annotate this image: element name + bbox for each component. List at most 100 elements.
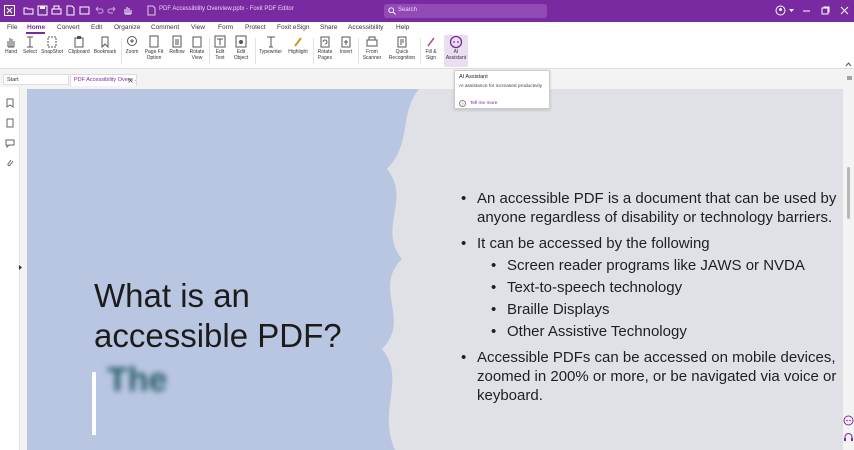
search-box[interactable]: Search [384,4,547,18]
hand-tool-icon[interactable] [122,5,133,16]
menu-help[interactable]: Help [396,24,409,31]
ai-assistant-tooltip: AI Assistant AI assistance for increased… [454,70,550,109]
close-icon[interactable] [839,5,850,16]
expand-panel-icon[interactable] [18,264,23,271]
quick-recognition-label-2: Recognition [388,55,416,61]
menu-share[interactable]: Share [320,24,337,31]
pages-panel-icon[interactable] [5,118,15,128]
menu-organize[interactable]: Organize [114,24,140,31]
save-icon[interactable] [37,5,48,16]
app-logo-icon [4,5,15,16]
bullet-item: Accessible PDFs can be accessed on mobil… [461,348,841,405]
reflow-icon [172,35,182,48]
clipboard-icon [74,36,84,48]
clipboard-button[interactable]: Clipboard [67,35,91,55]
ribbon-toolbar: Hand Select SnapShot Clipboard Bookmark … [0,34,854,69]
select-button[interactable]: Select [22,35,38,55]
from-scanner-button[interactable]: From Scanner [360,35,384,61]
bookmark-icon [101,36,109,49]
reflow-button[interactable]: Reflow [168,35,186,55]
ribbon-separator [420,38,421,64]
tooltip-description: AI assistance for increased productivity [459,84,543,89]
hand-button[interactable]: Hand [3,35,19,55]
ai-assistant-float-icon[interactable] [843,415,854,426]
ribbon-separator [121,38,122,64]
snapshot-button[interactable]: SnapShot [40,35,64,55]
bullet-item-text: It can be accessed by the following [477,235,710,252]
typewriter-button[interactable]: Typewriter [257,35,284,55]
menu-edit[interactable]: Edit [91,24,102,31]
comments-panel-icon[interactable] [5,138,15,148]
rotate-pages-icon [320,36,330,48]
document-tab[interactable]: PDF Accessibility Overv... [70,74,137,86]
start-tab[interactable]: Start [3,74,69,85]
tab-list-icon[interactable] [846,75,853,82]
bullet-list: An accessible PDF is a document that can… [461,189,841,412]
scan-icon[interactable] [79,5,90,16]
fill-sign-label-2: Sign [425,55,436,61]
menu-view[interactable]: View [191,24,205,31]
zoom-button[interactable]: Zoom [124,35,140,55]
title-bar: PDF Accessibility Overview.pptx - Foxit … [0,0,854,22]
highlight-button[interactable]: Highlight [286,35,310,55]
slide-title: What is an accessible PDF? [94,276,342,356]
hand-label: Hand [5,49,17,55]
rotate-pages-button[interactable]: Rotate Pages [315,35,335,61]
menu-foxit-esign[interactable]: Foxit eSign [277,24,310,31]
edit-object-label-2: Object [233,55,249,61]
menu-comment[interactable]: Comment [151,24,179,31]
tell-me-more-link[interactable]: Tell me more [470,101,497,106]
menu-home[interactable]: Home [27,24,45,31]
slide-title-line-2: accessible PDF? [94,317,342,354]
bullet-item: It can be accessed by the following Scre… [461,234,841,341]
menu-convert[interactable]: Convert [57,24,80,31]
undo-icon[interactable] [93,5,104,16]
blurred-text: The [107,361,168,399]
menu-form[interactable]: Form [218,24,233,31]
quick-recognition-button[interactable]: Quick Recognition [386,35,418,61]
rotate-view-icon [192,36,202,48]
collapse-ribbon-icon[interactable] [845,62,852,67]
text-cursor-bar [92,372,96,435]
rotate-view-label-2: View [191,55,203,61]
scrollbar-thumb[interactable] [847,167,850,219]
page-fit-option-button[interactable]: Page Fit Option [142,35,166,61]
print-icon[interactable] [51,5,62,16]
scanner-icon [366,36,378,47]
edit-text-button[interactable]: Edit Text [212,35,228,61]
open-folder-icon[interactable] [23,5,34,16]
menu-accessibility[interactable]: Accessibility [348,24,383,31]
left-navigation-panel [0,87,23,450]
clipboard-label: Clipboard [68,49,90,55]
sub-bullet-list: Screen reader programs like JAWS or NVDA… [477,256,841,341]
vertical-scrollbar[interactable] [843,87,854,450]
typewriter-label: Typewriter [258,49,283,55]
slide-page: What is an accessible PDF? The An access… [27,89,843,450]
close-tab-icon[interactable] [128,78,133,83]
page-fit-label-2: Option [146,55,162,61]
zoom-label: Zoom [125,49,139,55]
snapshot-icon [47,36,57,48]
reflow-label: Reflow [169,49,185,55]
hand-icon [7,38,15,48]
insert-button[interactable]: Insert [337,35,355,55]
rotate-view-button[interactable]: Rotate View [188,35,206,61]
edit-object-button[interactable]: Edit Object [231,35,251,61]
support-headset-icon[interactable] [843,432,854,443]
redo-icon[interactable] [107,5,118,16]
attachments-panel-icon[interactable] [5,158,15,168]
new-file-icon[interactable] [65,5,76,16]
menu-protect[interactable]: Protect [245,24,266,31]
rotate-pages-label-2: Pages [317,55,333,61]
bookmarks-panel-icon[interactable] [5,98,15,108]
restore-icon[interactable] [820,5,831,16]
bookmark-button[interactable]: Bookmark [93,35,117,55]
from-scanner-label-2: Scanner [362,55,382,61]
sub-bullet-item: Other Assistive Technology [491,322,841,341]
account-icon[interactable] [775,5,786,16]
minimize-icon[interactable] [801,5,812,16]
account-chevron-down-icon[interactable] [786,5,797,16]
menu-file[interactable]: File [7,24,17,31]
ai-assistant-button[interactable]: AI Assistant [444,35,468,67]
fill-sign-button[interactable]: Fill & Sign [422,35,440,61]
